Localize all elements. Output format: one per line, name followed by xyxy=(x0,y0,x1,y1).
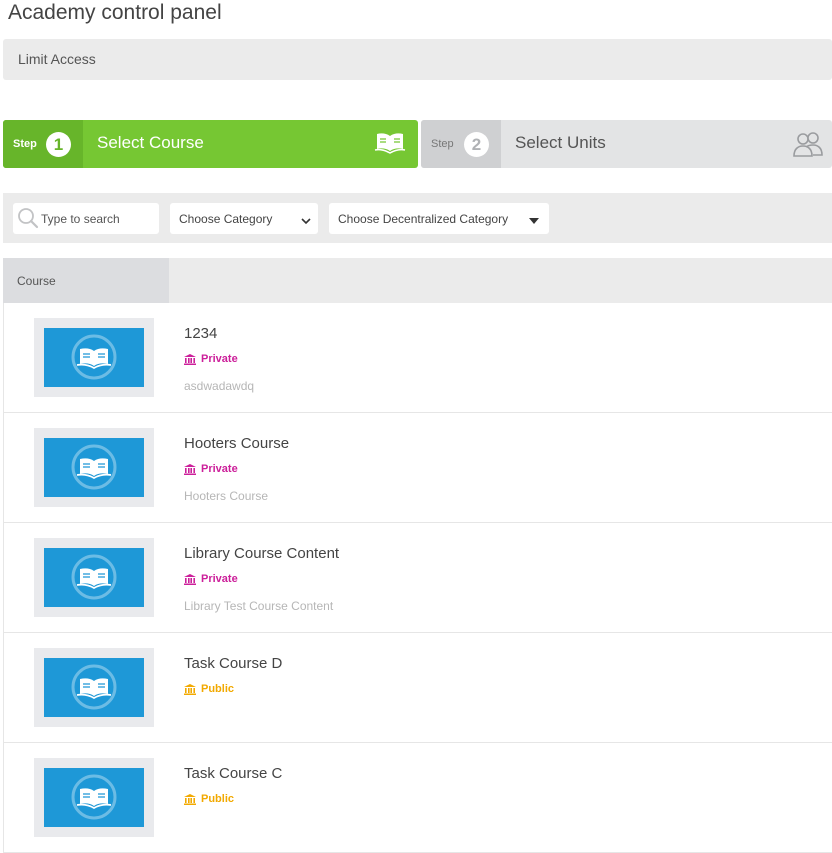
course-title[interactable]: Library Course Content xyxy=(184,545,339,562)
book-icon xyxy=(71,444,117,490)
visibility-label: Private xyxy=(201,573,238,585)
course-thumbnail-image xyxy=(44,328,144,387)
step-select-course[interactable]: Step 1 Select Course xyxy=(3,120,418,168)
course-thumbnail[interactable] xyxy=(34,318,154,397)
book-icon xyxy=(71,334,117,380)
decentralized-select-value: Choose Decentralized Category xyxy=(338,212,509,226)
visibility-label: Private xyxy=(201,463,238,475)
course-thumbnail-image xyxy=(44,438,144,497)
section-label: Limit Access xyxy=(18,51,96,67)
course-subtitle: Hooters Course xyxy=(184,489,269,503)
step-number-box: Step 1 xyxy=(3,120,83,168)
step-word: Step xyxy=(431,138,454,150)
users-icon xyxy=(792,130,824,163)
category-select[interactable]: Choose Category xyxy=(170,203,318,234)
course-thumbnail-image xyxy=(44,658,144,717)
bank-icon xyxy=(184,573,196,585)
course-title[interactable]: 1234 xyxy=(184,325,217,342)
chevron-down-icon xyxy=(301,214,311,228)
course-thumbnail-image xyxy=(44,548,144,607)
book-icon xyxy=(71,664,117,710)
page-title: Academy control panel xyxy=(8,1,222,24)
course-column-label: Course xyxy=(17,274,56,288)
step-label: Select Units xyxy=(515,133,606,152)
visibility-badge: Private xyxy=(184,463,238,475)
step-select-units[interactable]: Step 2 Select Units xyxy=(421,120,832,168)
course-row[interactable]: Hooters Course Private Hooters Course xyxy=(3,413,832,523)
open-book-icon xyxy=(374,130,406,159)
visibility-label: Public xyxy=(201,793,235,805)
step-number: 1 xyxy=(46,132,71,157)
decentralized-category-select[interactable]: Choose Decentralized Category xyxy=(329,203,549,234)
course-thumbnail-image xyxy=(44,768,144,827)
course-title[interactable]: Task Course D xyxy=(184,655,282,672)
course-thumbnail[interactable] xyxy=(34,648,154,727)
course-row[interactable]: Library Course Content Private Library T… xyxy=(3,523,832,633)
visibility-label: Private xyxy=(201,353,238,365)
bank-icon xyxy=(184,463,196,475)
limit-access-bar: Limit Access xyxy=(3,39,832,80)
bank-icon xyxy=(184,683,196,695)
step-word: Step xyxy=(13,138,37,150)
search-icon xyxy=(17,207,39,234)
step-label: Select Course xyxy=(97,133,204,152)
step-number-box: Step 2 xyxy=(421,120,501,168)
course-column-header[interactable]: Course xyxy=(3,258,169,303)
step-number: 2 xyxy=(464,132,489,157)
course-row[interactable]: Task Course C Public xyxy=(3,743,832,853)
category-select-value: Choose Category xyxy=(179,212,273,226)
visibility-badge: Private xyxy=(184,353,238,365)
search-input[interactable] xyxy=(41,203,157,234)
course-thumbnail[interactable] xyxy=(34,538,154,617)
visibility-label: Public xyxy=(201,683,235,695)
wizard-steps: Step 1 Select Course Step 2 Select Units xyxy=(3,120,832,168)
course-thumbnail[interactable] xyxy=(34,758,154,837)
course-title[interactable]: Hooters Course xyxy=(184,435,289,452)
course-subtitle: Library Test Course Content xyxy=(184,599,334,613)
book-icon xyxy=(71,774,117,820)
course-subtitle: asdwadawdq xyxy=(184,379,255,393)
course-title[interactable]: Task Course C xyxy=(184,765,282,782)
caret-down-icon xyxy=(529,214,539,228)
visibility-badge: Private xyxy=(184,573,238,585)
bank-icon xyxy=(184,793,196,805)
course-row[interactable]: Task Course D Public xyxy=(3,633,832,743)
search-box xyxy=(13,203,159,234)
course-list: 1234 Private asdwadawdq Hooters Course P… xyxy=(3,303,832,853)
course-thumbnail[interactable] xyxy=(34,428,154,507)
visibility-badge: Public xyxy=(184,683,234,695)
book-icon xyxy=(71,554,117,600)
visibility-badge: Public xyxy=(184,793,234,805)
course-row[interactable]: 1234 Private asdwadawdq xyxy=(3,303,832,413)
table-header: Course xyxy=(3,258,832,303)
bank-icon xyxy=(184,353,196,365)
filter-bar: Choose Category Choose Decentralized Cat… xyxy=(3,193,832,243)
